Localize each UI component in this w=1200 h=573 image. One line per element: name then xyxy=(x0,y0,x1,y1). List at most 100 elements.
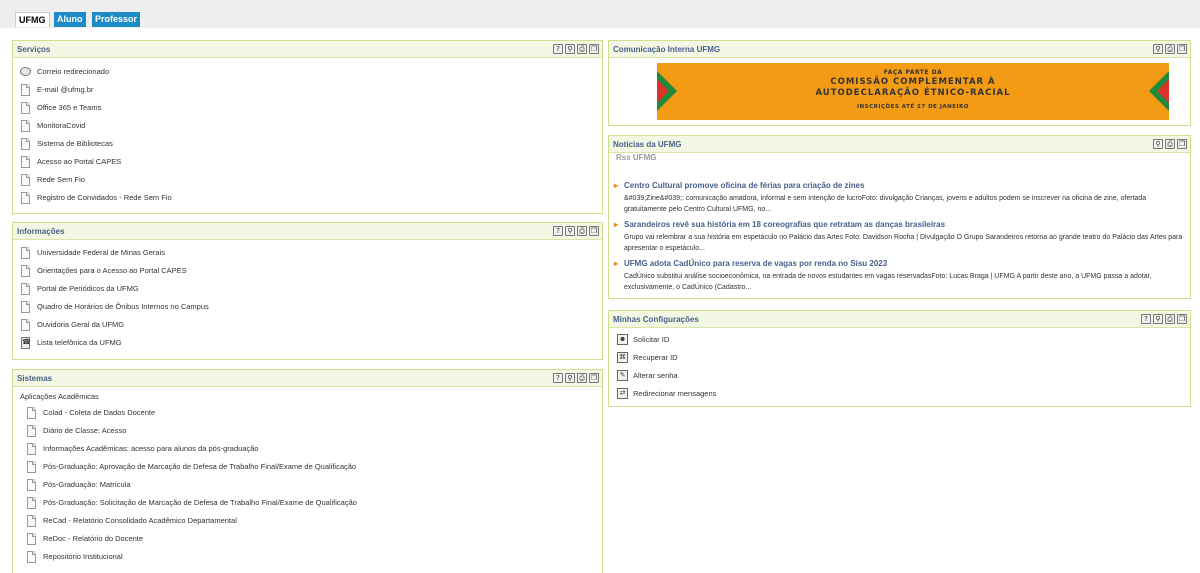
tab-bar: UFMG Aluno Professor xyxy=(0,0,1200,28)
help-icon[interactable]: ? xyxy=(553,226,563,236)
help-icon[interactable]: ? xyxy=(1141,314,1151,324)
rss-source: Rss UFMG xyxy=(616,153,657,162)
restore-icon[interactable]: ❐ xyxy=(589,44,599,54)
document-icon xyxy=(21,120,30,132)
servicos-header: Serviços ? ⚲ ⎙ ❐ xyxy=(13,41,602,58)
item-label: Universidade Federal de Minas Gerais xyxy=(37,248,165,257)
magnify-icon[interactable]: ⚲ xyxy=(1153,139,1163,149)
item-label: Ouvidoria Geral da UFMG xyxy=(37,320,125,329)
news-summary: CadÚnico substitui análise socioeconômic… xyxy=(624,273,1152,291)
item-label: Pós-Graduação: Aprovação de Marcação de … xyxy=(43,462,357,471)
print-icon[interactable]: ⎙ xyxy=(577,226,587,236)
item-label: Redirecionar mensagens xyxy=(633,389,717,398)
banner-line4: INSCRIÇÕES ATÉ 27 DE JANEIRO xyxy=(857,104,969,110)
item-label: Pós-Graduação: Solicitação de Marcação d… xyxy=(43,498,357,507)
print-icon[interactable]: ⎙ xyxy=(1165,139,1175,149)
sistemas-title: Sistemas xyxy=(17,374,53,383)
list-item[interactable]: ☻ Solicitar ID xyxy=(615,333,716,351)
item-label: Recuperar ID xyxy=(633,353,678,362)
print-icon[interactable]: ⎙ xyxy=(577,373,587,383)
item-label: Solicitar ID xyxy=(633,335,670,344)
list-item[interactable]: Portal de Periódicos da UFMG xyxy=(19,282,209,300)
print-icon[interactable]: ⎙ xyxy=(577,44,587,54)
help-icon[interactable]: ? xyxy=(553,373,563,383)
list-item[interactable]: E-mail @ufmg.br xyxy=(19,83,172,101)
help-icon[interactable]: ? xyxy=(553,44,563,54)
list-item[interactable]: Ouvidoria Geral da UFMG xyxy=(19,318,209,336)
configuracoes-box: Minhas Configurações ? ⚲ ⎙ ❐ ☻ Solicitar … xyxy=(608,310,1191,407)
print-icon[interactable]: ⎙ xyxy=(1165,44,1175,54)
item-label: ReDoc - Relatório do Docente xyxy=(43,534,144,543)
servicos-title: Serviços xyxy=(17,45,51,54)
tab-aluno[interactable]: Aluno xyxy=(54,12,86,27)
list-item[interactable]: ✎ Alterar senha xyxy=(615,369,716,387)
item-label: Rede Sem Fio xyxy=(37,175,85,184)
list-item[interactable]: Registro de Convidados - Rede Sem Fio xyxy=(19,191,172,209)
magnify-icon[interactable]: ⚲ xyxy=(1153,314,1163,324)
news-item: UFMG adota CadÚnico para reserva de vaga… xyxy=(614,259,1184,293)
list-item[interactable]: ReCad - Relatório Consolidado Acadêmico … xyxy=(25,514,357,532)
document-icon xyxy=(21,247,30,259)
document-icon xyxy=(21,319,30,331)
document-icon xyxy=(27,461,36,473)
list-item[interactable]: Office 365 e Teams xyxy=(19,101,172,119)
list-item[interactable]: Colad - Coleta de Dados Docente xyxy=(25,406,357,424)
list-item[interactable]: Informações Acadêmicas: acesso para alun… xyxy=(25,442,357,460)
list-item[interactable]: Diário de Classe: Acesso xyxy=(25,424,357,442)
list-item[interactable]: ⇄ Redirecionar mensagens xyxy=(615,387,716,405)
item-label: Correio redirecionado xyxy=(37,67,110,76)
tab-professor[interactable]: Professor xyxy=(92,12,141,27)
list-item[interactable]: Pós-Graduação: Matrícula xyxy=(25,478,357,496)
magnify-icon[interactable]: ⚲ xyxy=(565,373,575,383)
comunicacao-header: Comunicação Interna UFMG ⚲ ⎙ ❐ xyxy=(609,41,1190,58)
item-label: Repositório Institucional xyxy=(43,552,123,561)
list-item[interactable]: Pós-Graduação: Aprovação de Marcação de … xyxy=(25,460,357,478)
list-item[interactable]: Acesso ao Portal CAPES xyxy=(19,155,172,173)
document-icon xyxy=(21,301,30,313)
servicos-list: Correio redirecionado E-mail @ufmg.br Of… xyxy=(19,65,172,209)
list-item[interactable]: Rede Sem Fio xyxy=(19,173,172,191)
item-label: Informações Acadêmicas: acesso para alun… xyxy=(43,444,259,453)
news-summary: &#039;Zine&#039;: comunicação amadora, i… xyxy=(624,195,1147,213)
informacoes-list: Universidade Federal de Minas Gerais Ori… xyxy=(19,246,209,354)
restore-icon[interactable]: ❐ xyxy=(1177,139,1187,149)
restore-icon[interactable]: ❐ xyxy=(589,226,599,236)
item-label: Lista telefônica da UFMG xyxy=(37,338,122,347)
list-item[interactable]: ⌘ Recuperar ID xyxy=(615,351,716,369)
restore-icon[interactable]: ❐ xyxy=(1177,314,1187,324)
list-item[interactable]: MonitoraCovid xyxy=(19,119,172,137)
sistemas-subheading: Aplicações Acadêmicas xyxy=(20,392,99,401)
restore-icon[interactable]: ❐ xyxy=(1177,44,1187,54)
document-icon xyxy=(27,497,36,509)
news-title-link[interactable]: Centro Cultural promove oficina de féria… xyxy=(614,181,1184,190)
document-icon xyxy=(21,156,30,168)
comunicacao-controls: ⚲ ⎙ ❐ xyxy=(1153,44,1187,54)
list-item[interactable]: Correio redirecionado xyxy=(19,65,172,83)
document-icon xyxy=(27,515,36,527)
configuracoes-header: Minhas Configurações ? ⚲ ⎙ ❐ xyxy=(609,311,1190,328)
informacoes-controls: ? ⚲ ⎙ ❐ xyxy=(553,226,599,236)
item-label: Acesso ao Portal CAPES xyxy=(37,157,122,166)
item-label: Registro de Convidados - Rede Sem Fio xyxy=(37,193,172,202)
news-title-link[interactable]: Sarandeiros revê sua história em 18 core… xyxy=(614,220,1184,229)
comissao-banner[interactable]: FAÇA PARTE DA COMISSÃO COMPLEMENTAR À AU… xyxy=(657,63,1169,120)
list-item[interactable]: Sistema de Bibliotecas xyxy=(19,137,172,155)
list-item[interactable]: Pós-Graduação: Solicitação de Marcação d… xyxy=(25,496,357,514)
tab-ufmg[interactable]: UFMG xyxy=(15,12,50,27)
list-item[interactable]: Universidade Federal de Minas Gerais xyxy=(19,246,209,264)
informacoes-header: Informações ? ⚲ ⎙ ❐ xyxy=(13,223,602,240)
print-icon[interactable]: ⎙ xyxy=(1165,314,1175,324)
list-item[interactable]: Repositório Institucional xyxy=(25,550,357,568)
list-item[interactable]: Quadro de Horários de Ônibus Internos no… xyxy=(19,300,209,318)
magnify-icon[interactable]: ⚲ xyxy=(565,226,575,236)
restore-icon[interactable]: ❐ xyxy=(589,373,599,383)
list-item[interactable]: Orientações para o Acesso ao Portal CAPE… xyxy=(19,264,209,282)
banner-line2: COMISSÃO COMPLEMENTAR À xyxy=(830,77,996,87)
magnify-icon[interactable]: ⚲ xyxy=(565,44,575,54)
magnify-icon[interactable]: ⚲ xyxy=(1153,44,1163,54)
item-label: Pós-Graduação: Matrícula xyxy=(43,480,131,489)
news-title-link[interactable]: UFMG adota CadÚnico para reserva de vaga… xyxy=(614,259,1184,268)
list-item[interactable]: ☎ Lista telefônica da UFMG xyxy=(19,336,209,354)
id-card-icon: ☻ xyxy=(617,334,628,345)
list-item[interactable]: ReDoc - Relatório do Docente xyxy=(25,532,357,550)
